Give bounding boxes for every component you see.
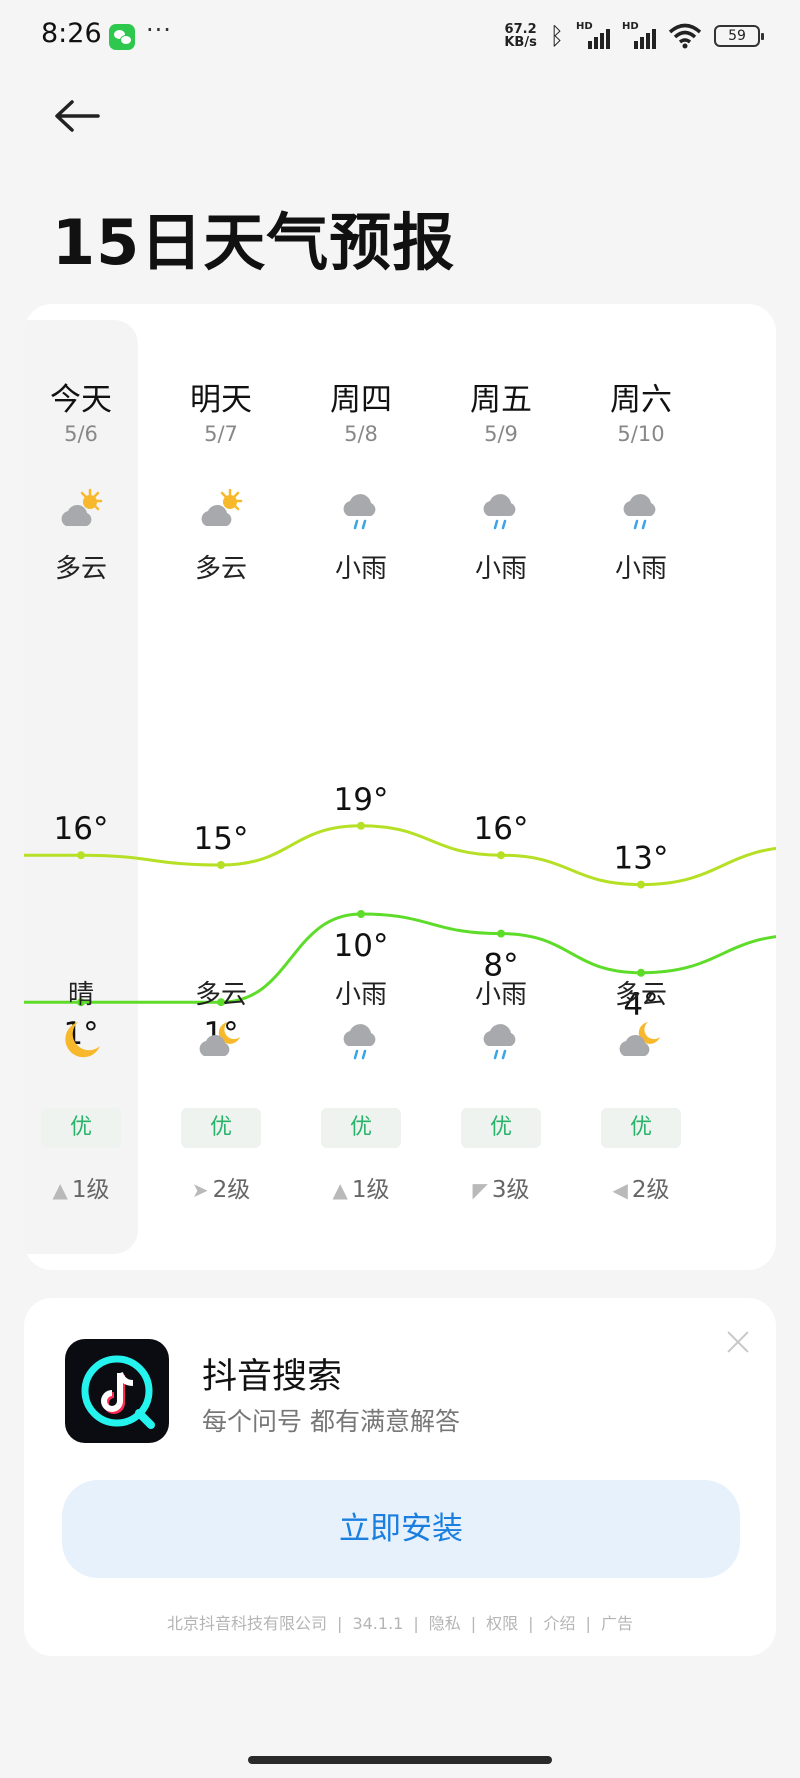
wind-info: ▲ 1级 [291,1170,431,1204]
signal-sim1-icon: HD [576,21,610,49]
network-speed-unit: KB/s [504,35,537,50]
light-rain-icon [476,488,526,534]
day-condition: 多云 [194,554,247,584]
day-date: 5/7 [204,422,238,446]
moon-icon [56,1018,106,1064]
network-speed: 67.2 KB/s [504,23,538,49]
bluetooth-icon: ᛒ [549,22,564,50]
wind-info: ◤ 3级 [431,1170,571,1204]
footer-separator: | [337,1614,343,1633]
light-rain-icon [476,1018,526,1064]
footer-link[interactable]: 权限 [486,1614,518,1633]
day-date: 5/8 [344,422,378,446]
forecast-card[interactable]: 16°15°19°16°13°1°1°10°8°4° 今天5/6多云晴优▲1级明… [24,304,776,1270]
ad-footer: 北京抖音科技有限公司 | 34.1.1 | 隐私 | 权限 | 介绍 | 广告 [24,1610,776,1634]
signal-sim2-icon: HD [622,21,656,49]
wifi-icon [668,23,702,49]
wechat-notification-icon [109,24,135,50]
wind-direction-icon: ◀ [612,1178,628,1202]
wind-level: 2级 [631,1177,670,1203]
forecast-day-2[interactable]: 周四 5/8 小雨 小雨优 ▲ 1级 [291,304,431,1270]
app-description: 每个问号 都有满意解答 [202,1407,460,1436]
footer-link[interactable]: 介绍 [544,1614,576,1633]
partly-cloudy-night-icon [616,1018,666,1064]
aqi-badge[interactable]: 优 [601,1108,681,1148]
day-name: 周六 [610,382,672,418]
light-rain-icon [616,488,666,534]
day-condition: 小雨 [334,554,387,584]
day-name: 今天 [50,382,112,418]
home-indicator[interactable] [248,1756,552,1764]
close-icon[interactable] [724,1328,752,1356]
aqi-badge[interactable]: 优 [461,1108,541,1148]
battery-icon: 59 [714,25,764,47]
wind-direction-icon: ▲ [332,1178,348,1202]
night-condition: 晴 [67,980,94,1010]
footer-link: 北京抖音科技有限公司 [167,1614,328,1633]
footer-link[interactable]: 广告 [601,1614,633,1633]
night-condition: 小雨 [474,980,527,1010]
forecast-day-1[interactable]: 明天 5/7 多云 多云优 ➤ 2级 [151,304,291,1270]
wind-info: ◀ 2级 [571,1170,711,1204]
day-name: 周四 [330,382,392,418]
status-bar: 8:26 ··· 67.2 KB/s ᛒ HD HD 59 [0,0,800,72]
footer-separator: | [528,1614,534,1633]
wind-level: 2级 [212,1177,251,1203]
day-date: 5/6 [64,422,98,446]
light-rain-icon [336,1018,386,1064]
status-time: 8:26 [41,18,102,49]
footer-link[interactable]: 隐私 [429,1614,461,1633]
wind-level: 3级 [491,1177,530,1203]
wind-direction-icon: ◤ [472,1178,488,1202]
partly-cloudy-day-icon [196,488,246,534]
aqi-badge[interactable]: 优 [321,1108,401,1148]
day-date: 5/10 [617,422,665,446]
more-notifications-icon: ··· [146,16,172,44]
light-rain-icon [336,488,386,534]
aqi-badge[interactable]: 优 [181,1108,261,1148]
partly-cloudy-day-icon [56,488,106,534]
footer-separator: | [470,1614,477,1633]
back-arrow-icon [55,100,100,132]
forecast-day-4[interactable]: 周六 5/10 小雨多云优 ◀ 2级 [571,304,711,1270]
footer-link: 34.1.1 [352,1614,404,1633]
wind-info: ▲ 1级 [24,1170,151,1204]
install-button[interactable]: 立即安装 [62,1480,740,1578]
day-condition: 多云 [54,554,107,584]
status-right: 67.2 KB/s ᛒ HD HD 59 [504,18,764,54]
battery-level: 59 [728,28,746,44]
day-condition: 小雨 [474,554,527,584]
forecast-day-0[interactable]: 今天 5/6 多云晴优 ▲ 1级 [24,304,151,1270]
forecast-day-3[interactable]: 周五 5/9 小雨 小雨优 ◤ 3级 [431,304,571,1270]
day-date: 5/9 [484,422,518,446]
wind-direction-icon: ▲ [52,1178,68,1202]
partly-cloudy-night-icon [196,1018,246,1064]
wind-info: ➤ 2级 [151,1170,291,1204]
wind-level: 1级 [71,1177,110,1203]
night-condition: 小雨 [334,980,387,1010]
aqi-badge[interactable]: 优 [41,1108,121,1148]
douyin-search-logo [65,1339,169,1443]
day-name: 周五 [470,382,532,418]
day-name: 明天 [190,382,252,418]
footer-separator: | [413,1614,419,1633]
day-condition: 小雨 [614,554,667,584]
night-condition: 多云 [194,980,247,1010]
night-condition: 多云 [614,980,667,1010]
page-title: 15日天气预报 [52,206,456,279]
back-button[interactable] [52,98,112,148]
app-name: 抖音搜索 [202,1357,343,1397]
ad-card[interactable]: 抖音搜索 每个问号 都有满意解答 立即安装 北京抖音科技有限公司 | 34.1.1 |… [24,1298,776,1656]
wind-direction-icon: ➤ [191,1178,209,1202]
footer-separator: | [585,1614,591,1633]
wind-level: 1级 [351,1177,390,1203]
